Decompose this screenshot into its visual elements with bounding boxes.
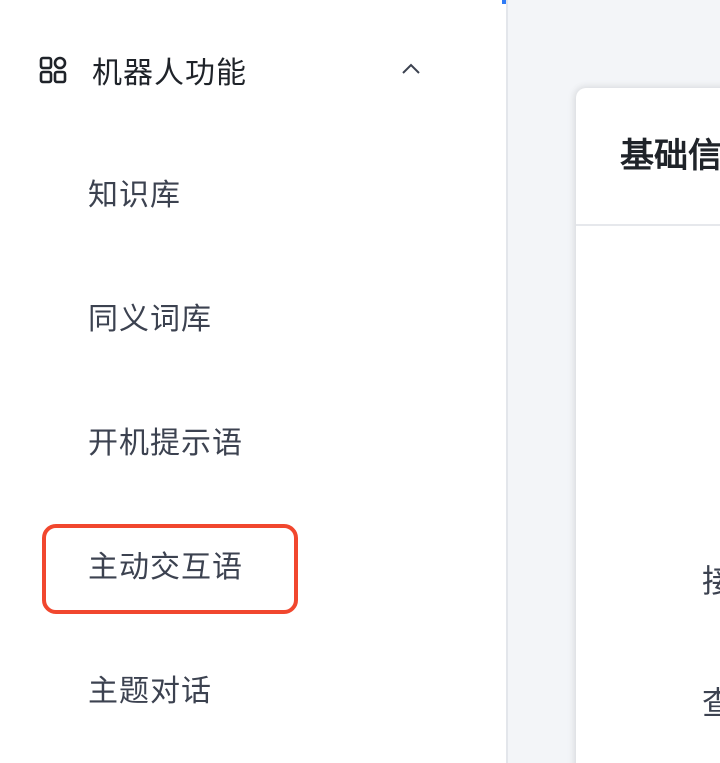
sidebar-group-label: 机器人功能 <box>92 56 247 91</box>
sidebar-item-topic-dialog[interactable]: 主题对话 <box>88 668 212 716</box>
sidebar-item-synonym-library[interactable]: 同义词库 <box>88 296 212 344</box>
card-divider <box>576 224 720 226</box>
scroll-indicator <box>502 0 506 4</box>
content-card <box>576 88 720 763</box>
sidebar-item-knowledge-base[interactable]: 知识库 <box>88 172 181 220</box>
sidebar: 机器人功能 知识库 同义词库 开机提示语 主动交互语 主题对话 <box>0 0 508 763</box>
form-label-fragment: 查 <box>702 684 720 722</box>
chevron-up-icon[interactable] <box>398 56 424 82</box>
grid-icon <box>39 56 67 84</box>
sidebar-item-active-interaction[interactable]: 主动交互语 <box>88 544 243 592</box>
sidebar-item-startup-prompt[interactable]: 开机提示语 <box>88 420 243 468</box>
card-title: 基础信 <box>620 136 720 176</box>
form-label-fragment: 接 <box>702 562 720 600</box>
app-window: 机器人功能 知识库 同义词库 开机提示语 主动交互语 主题对话 基础信 接 查 <box>0 0 720 763</box>
sidebar-group-robot-functions[interactable]: 机器人功能 <box>38 44 438 96</box>
